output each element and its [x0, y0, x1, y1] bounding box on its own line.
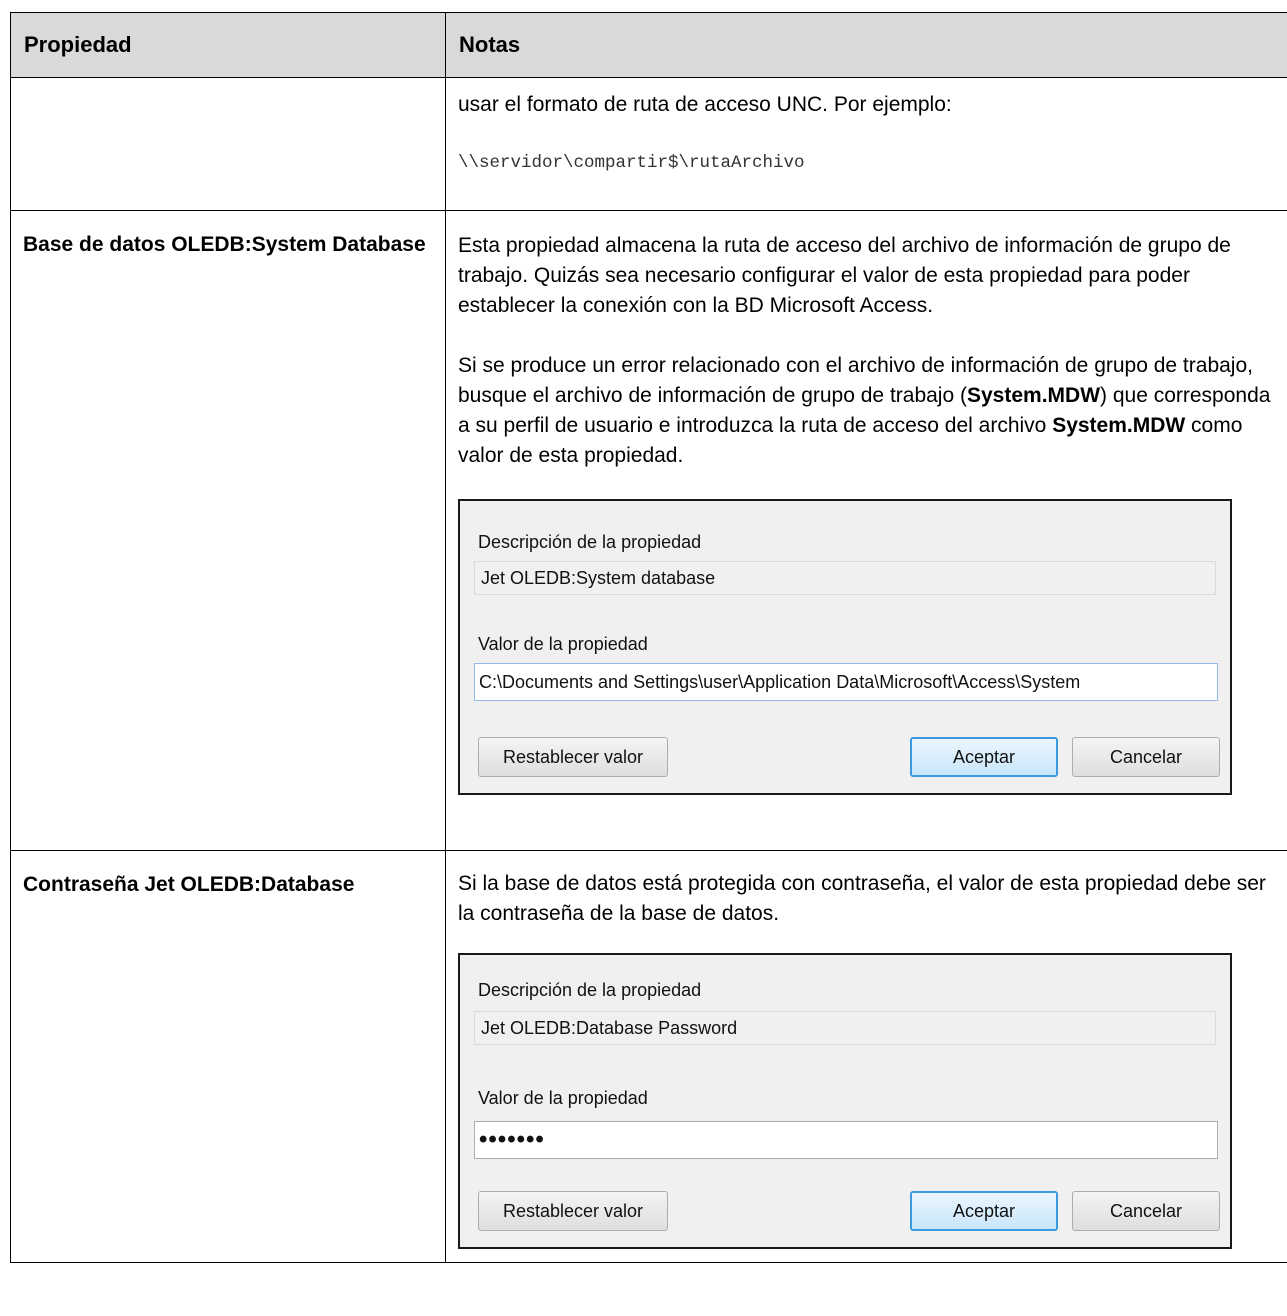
header-propiedad: Propiedad	[10, 12, 446, 78]
cancel-button[interactable]: Cancelar	[1072, 1191, 1220, 1231]
cancel-button[interactable]: Cancelar	[1072, 737, 1220, 777]
properties-table: Propiedad Notas usar el formato de ruta …	[10, 12, 1287, 1263]
property-cell: Contraseña Jet OLEDB:Database	[10, 850, 446, 1263]
property-cell: Base de datos OLEDB:System Database	[10, 210, 446, 851]
value-input[interactable]: C:\Documents and Settings\user\Applicati…	[474, 663, 1218, 701]
notes-paragraph: Esta propiedad almacena la ruta de acces…	[458, 234, 1231, 317]
file-name-bold: System.MDW	[1052, 414, 1186, 437]
description-field: Jet OLEDB:Database Password	[474, 1011, 1216, 1045]
notes-paragraph: Si se produce un error relacionado con e…	[458, 351, 1277, 471]
notes-cell: Esta propiedad almacena la ruta de acces…	[445, 210, 1287, 851]
table-row: Contraseña Jet OLEDB:Database Si la base…	[10, 850, 1287, 1263]
reset-value-button[interactable]: Restablecer valor	[478, 1191, 668, 1231]
unc-path-example: \\servidor\compartir$\rutaArchivo	[458, 153, 805, 173]
reset-value-button[interactable]: Restablecer valor	[478, 737, 668, 777]
password-input[interactable]: •••••••	[474, 1121, 1218, 1159]
table-row: usar el formato de ruta de acceso UNC. P…	[10, 77, 1287, 211]
accept-button[interactable]: Aceptar	[910, 1191, 1058, 1231]
property-dialog-screenshot: Descripción de la propiedad Jet OLEDB:Da…	[458, 953, 1232, 1249]
property-cell	[10, 77, 446, 211]
value-label: Valor de la propiedad	[478, 1088, 648, 1108]
notes-text: usar el formato de ruta de acceso UNC. P…	[458, 93, 952, 116]
description-field: Jet OLEDB:System database	[474, 561, 1216, 595]
description-label: Descripción de la propiedad	[478, 980, 702, 1000]
value-label: Valor de la propiedad	[478, 634, 648, 654]
notes-cell: usar el formato de ruta de acceso UNC. P…	[445, 77, 1287, 211]
property-dialog-screenshot: Descripción de la propiedad Jet OLEDB:Sy…	[458, 499, 1232, 795]
header-notas: Notas	[445, 12, 1287, 78]
table-header-row: Propiedad Notas	[10, 12, 1287, 78]
description-label: Descripción de la propiedad	[478, 532, 702, 552]
table-row: Base de datos OLEDB:System Database Esta…	[10, 210, 1287, 851]
accept-button[interactable]: Aceptar	[910, 737, 1058, 777]
file-name-bold: System.MDW	[966, 384, 1101, 407]
notes-paragraph: Si la base de datos está protegida con c…	[458, 872, 1266, 925]
notes-cell: Si la base de datos está protegida con c…	[445, 850, 1287, 1263]
